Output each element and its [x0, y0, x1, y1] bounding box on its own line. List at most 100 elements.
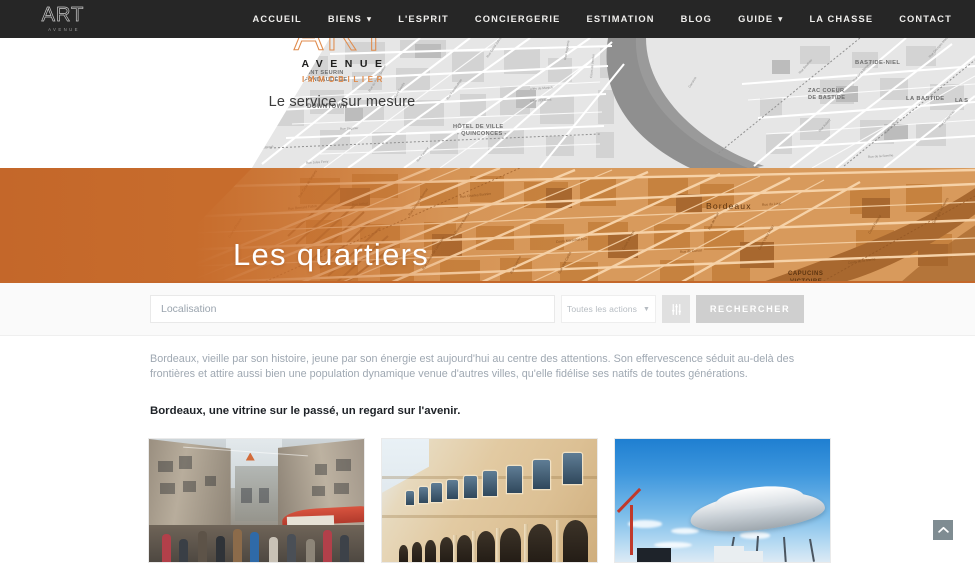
nav-item-label: CONCIERGERIE	[474, 14, 561, 24]
street-scene-photo	[149, 439, 364, 562]
nav-item-label: BLOG	[680, 14, 713, 24]
chevron-down-icon: ▾	[778, 14, 784, 23]
photo-window	[312, 485, 326, 496]
main-logo-avenue: AVENUE	[301, 58, 390, 70]
photo-arcade-arch	[476, 531, 495, 562]
photo-window	[483, 470, 498, 496]
nav-item-label: BIENS	[327, 14, 363, 24]
content-headline: Bordeaux, une vitrine sur le passé, un r…	[150, 405, 461, 417]
photo-crane-mast	[630, 505, 634, 555]
photo-person	[323, 530, 333, 562]
svg-text:- QUINCONCES -: - QUINCONCES -	[457, 131, 507, 137]
photo-foreground-structure	[636, 548, 671, 562]
nav-item-conciergerie[interactable]: CONCIERGERIE	[462, 0, 574, 38]
svg-text:Bordeaux: Bordeaux	[706, 201, 752, 211]
search-input[interactable]	[150, 295, 555, 323]
nav-item-label: GUIDE	[738, 14, 774, 24]
photo-arcade-arch	[562, 520, 589, 562]
tune-sliders-icon	[671, 303, 681, 315]
hero-bottom-rule	[0, 281, 975, 283]
nav-item-label: ESTIMATION	[586, 14, 655, 24]
chevron-up-icon	[937, 526, 949, 533]
chevron-down-icon: ▾	[367, 14, 373, 23]
quartier-card[interactable]	[614, 438, 831, 563]
photo-window	[446, 479, 459, 500]
svg-text:LA BASTIDE: LA BASTIDE	[906, 96, 945, 102]
top-navigation-bar: ART AVENUE ACCUEIL BIENS ▾ L'ESPRIT CONC…	[0, 0, 975, 38]
photo-person	[215, 536, 225, 562]
nav-item-la-chasse[interactable]: LA CHASSE	[796, 0, 886, 38]
nav-item-label: ACCUEIL	[252, 14, 302, 24]
nav-item-label: CONTACT	[899, 14, 952, 24]
photo-window	[532, 459, 550, 490]
quartier-card[interactable]	[148, 438, 365, 563]
photo-arcade-arch	[440, 537, 453, 562]
photo-person	[305, 538, 315, 562]
nav-item-guide[interactable]: GUIDE ▾	[725, 0, 796, 38]
nav-item-biens[interactable]: BIENS ▾	[315, 0, 385, 38]
photo-person	[269, 537, 279, 562]
search-submit-label: RECHERCHER	[709, 304, 791, 314]
nav-item-label: LA CHASSE	[809, 14, 874, 24]
photo-person	[232, 528, 242, 562]
svg-text:CAPUCINS: CAPUCINS	[788, 271, 823, 277]
classical-facade-photo	[382, 439, 597, 562]
photo-window	[258, 488, 270, 503]
photo-person	[179, 538, 189, 562]
photo-window	[562, 452, 582, 485]
photo-sculpture-leg	[808, 538, 815, 562]
nav-item-accueil[interactable]: ACCUEIL	[239, 0, 314, 38]
photo-window	[241, 488, 253, 503]
photo-window	[159, 483, 175, 495]
scroll-to-top-button[interactable]	[933, 520, 953, 540]
search-submit-button[interactable]: RECHERCHER	[696, 295, 804, 323]
main-content: Bordeaux, vieille par son histoire, jeun…	[0, 337, 975, 563]
photo-arcade-arch	[412, 542, 422, 562]
photo-arcade-arch	[425, 539, 436, 562]
photo-cloud	[627, 520, 663, 528]
photo-pillar	[495, 527, 500, 562]
photo-sculpture-leg	[782, 537, 787, 562]
photo-pillar	[523, 523, 528, 562]
photo-cloud	[670, 527, 699, 534]
header-logo-avenue: AVENUE	[48, 26, 80, 32]
nav-item-blog[interactable]: BLOG	[668, 0, 725, 38]
intro-paragraph: Bordeaux, vieille par son histoire, jeun…	[150, 353, 795, 380]
photo-pillar	[472, 531, 477, 562]
photo-building	[713, 546, 744, 562]
photo-arcade-arch	[500, 527, 521, 562]
bordeaux-map-orange-svg: Bordeaux CAPUCINS VICTOIRE Rue Charles B…	[140, 168, 975, 283]
hero-banner: SAINT SEURIN - FONDAUDÈGE DOWNTOWN HÔTEL…	[0, 38, 975, 283]
quartier-card[interactable]	[381, 438, 598, 563]
svg-text:BASTIDE-NIEL: BASTIDE-NIEL	[855, 60, 900, 66]
photo-window	[336, 458, 352, 471]
nav-item-lesprit[interactable]: L'ESPRIT	[385, 0, 462, 38]
svg-text:LA S: LA S	[955, 98, 968, 104]
hero-map-orange: Bordeaux CAPUCINS VICTOIRE Rue Charles B…	[140, 168, 975, 283]
photo-pillar	[452, 534, 457, 562]
chevron-down-icon: ▼	[643, 305, 651, 313]
svg-text:ZAC COEUR: ZAC COEUR	[808, 88, 844, 94]
photo-window	[463, 475, 477, 499]
photo-cloud	[739, 532, 770, 539]
nav-item-estimation[interactable]: ESTIMATION	[573, 0, 667, 38]
hero-map-grey: SAINT SEURIN - FONDAUDÈGE DOWNTOWN HÔTEL…	[0, 38, 975, 168]
photo-window	[418, 486, 429, 503]
photo-person	[250, 532, 260, 562]
action-type-select-label: Toutes les actions	[566, 304, 638, 314]
nav-item-contact[interactable]: CONTACT	[886, 0, 965, 38]
photo-building	[744, 550, 764, 562]
action-type-select[interactable]: Toutes les actions ▼	[561, 295, 656, 323]
photo-window	[179, 456, 192, 469]
filter-button[interactable]	[662, 295, 690, 323]
photo-person	[340, 534, 350, 562]
photo-string-course	[382, 515, 597, 519]
photo-pillar	[556, 520, 561, 562]
photo-person	[198, 531, 208, 562]
photo-window	[157, 461, 173, 473]
header-logo[interactable]: ART AVENUE	[18, 3, 108, 35]
svg-text:DE BASTIDE: DE BASTIDE	[808, 95, 845, 101]
photo-window	[333, 483, 349, 495]
hero-orange-band: Bordeaux CAPUCINS VICTOIRE Rue Charles B…	[0, 168, 975, 283]
photo-person	[161, 533, 171, 562]
